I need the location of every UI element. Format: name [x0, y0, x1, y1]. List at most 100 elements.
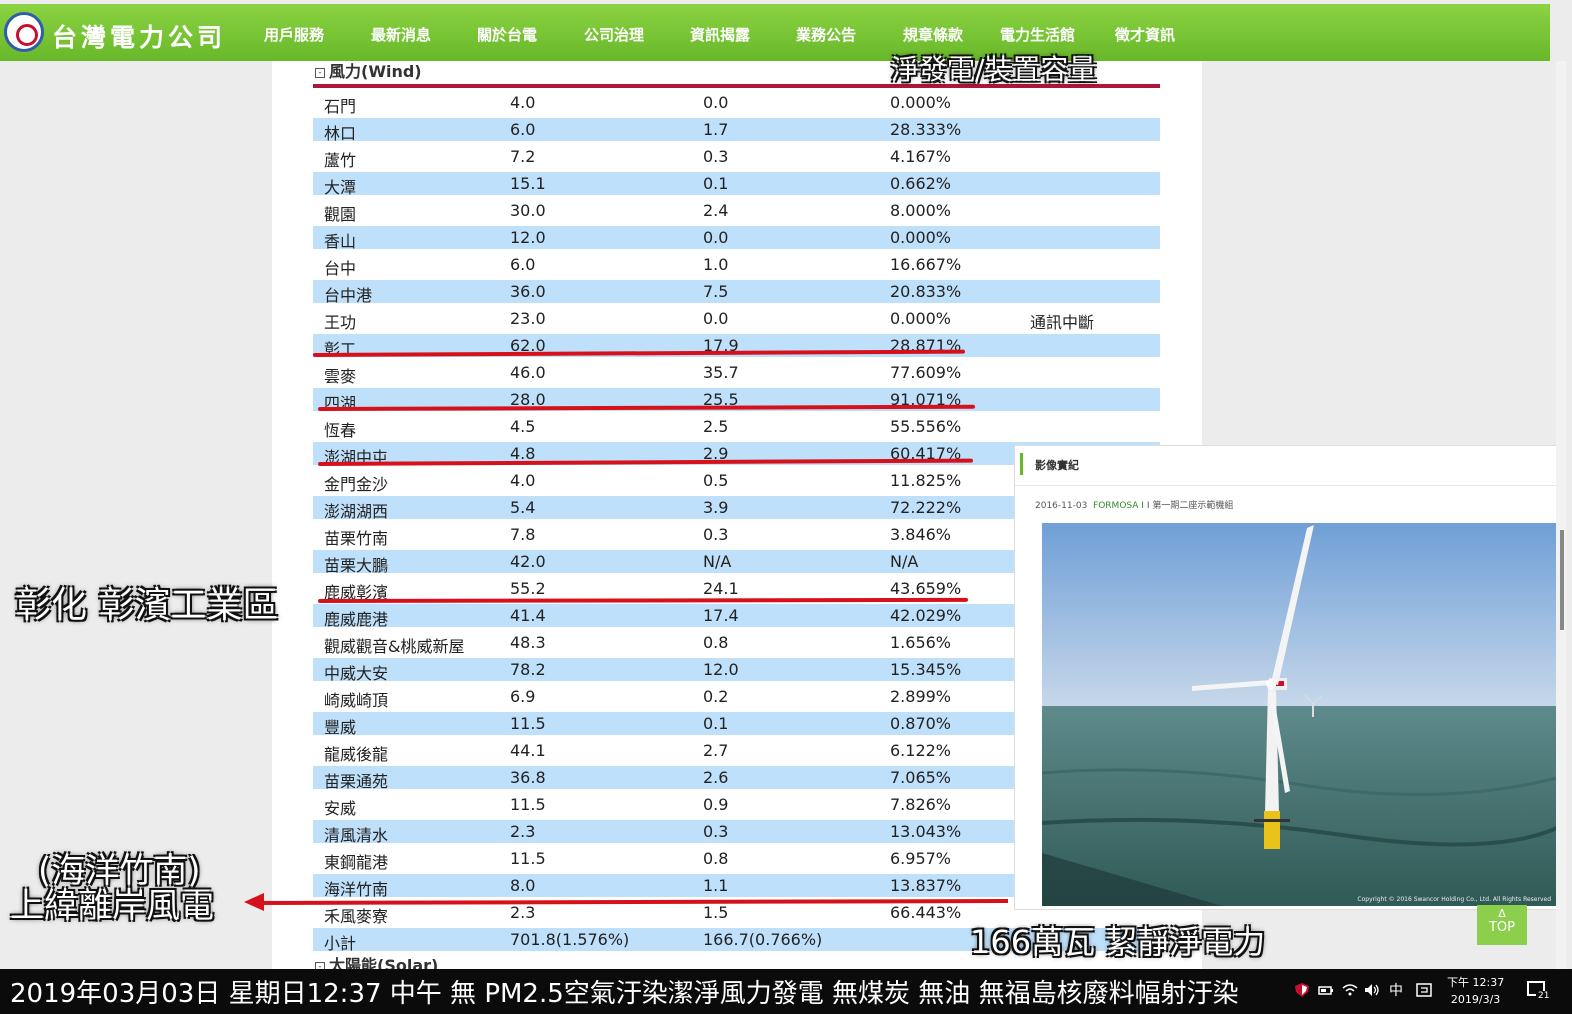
installed-capacity: 2.3 [510, 822, 536, 841]
ime-indicator[interactable]: 中 [1389, 980, 1403, 1000]
wind-turbine-photo[interactable]: Copyright © 2016 Swancor Holding Co., Lt… [1042, 523, 1557, 906]
installed-capacity: 701.8(1.576%) [510, 930, 630, 949]
table-row: 林口 6.0 1.7 28.333% [313, 118, 1160, 143]
net-generation: 0.8 [703, 633, 729, 652]
installed-capacity: 48.3 [510, 633, 546, 652]
nav-disclosure[interactable]: 資訊揭露 [690, 24, 750, 45]
net-generation: 3.9 [703, 498, 729, 517]
net-generation: 7.5 [703, 282, 729, 301]
table-row: 石門 4.0 0.0 0.000% [313, 91, 1160, 116]
capacity-ratio: 7.826% [890, 795, 952, 814]
site-brand[interactable]: 台灣電力公司 [52, 18, 226, 54]
wifi-icon[interactable] [1342, 983, 1358, 997]
installed-capacity: 41.4 [510, 606, 546, 625]
capacity-ratio: 0.000% [890, 228, 952, 247]
installed-capacity: 4.0 [510, 471, 536, 490]
net-generation: 35.7 [703, 363, 739, 382]
taskbar-clock[interactable]: 下午 12:37 2019/3/3 [1447, 974, 1504, 1008]
table-row: 台中港 36.0 7.5 20.833% [313, 280, 1160, 305]
photo-caption[interactable]: 2016-11-03 FORMOSA I I 第一期二座示範機組 [1035, 498, 1233, 511]
up-arrow-icon: Δ [1498, 907, 1506, 920]
station-name: 恆春 [324, 421, 357, 440]
scrollbar-thumb[interactable] [1560, 530, 1564, 630]
installed-capacity: 8.0 [510, 876, 536, 895]
installed-capacity: 44.1 [510, 741, 546, 760]
battery-icon[interactable] [1318, 983, 1334, 997]
nav-regulations[interactable]: 規章條款 [903, 24, 963, 45]
station-name: 鹿威鹿港 [324, 610, 389, 629]
net-generation: 0.0 [703, 228, 729, 247]
station-name: 禾風麥寮 [324, 907, 389, 926]
net-generation: 12.0 [703, 660, 739, 679]
capacity-ratio: 0.662% [890, 174, 952, 193]
capacity-ratio: 66.443% [890, 903, 962, 922]
accent-bar [1020, 453, 1023, 475]
capacity-ratio: 0.000% [890, 93, 952, 112]
installed-capacity: 42.0 [510, 552, 546, 571]
taipower-logo-icon[interactable] [4, 12, 44, 52]
installed-capacity: 36.8 [510, 768, 546, 787]
capacity-ratio: N/A [890, 552, 919, 571]
page-scrollbar[interactable] [1556, 61, 1566, 969]
installed-capacity: 11.5 [510, 849, 546, 868]
capacity-ratio: 11.825% [890, 471, 962, 490]
station-name: 澎湖湖西 [324, 502, 389, 521]
net-generation: 0.3 [703, 525, 729, 544]
nav-about[interactable]: 關於台電 [477, 24, 537, 45]
arrow-left-icon [244, 893, 264, 911]
capacity-ratio: 1.656% [890, 633, 952, 652]
installed-capacity: 7.2 [510, 147, 536, 166]
capacity-ratio: 3.846% [890, 525, 952, 544]
station-name: 香山 [324, 232, 357, 251]
station-name: 苗栗竹南 [324, 529, 389, 548]
installed-capacity: 11.5 [510, 714, 546, 733]
capacity-ratio: 13.043% [890, 822, 962, 841]
station-name: 金門金沙 [324, 475, 389, 494]
table-row: 雲麥 46.0 35.7 77.609% [313, 361, 1160, 386]
nav-power-life[interactable]: 電力生活館 [1000, 24, 1075, 45]
net-generation: 2.5 [703, 417, 729, 436]
volume-icon[interactable] [1364, 983, 1380, 997]
shield-icon[interactable] [1294, 983, 1310, 997]
installed-capacity: 6.9 [510, 687, 536, 706]
station-name: 清風清水 [324, 826, 389, 845]
back-to-top-button[interactable]: Δ TOP [1477, 905, 1527, 945]
net-generation: 1.1 [703, 876, 729, 895]
wind-section-header[interactable]: - 風力(Wind) [315, 58, 422, 82]
photo-caption-text: 第一期二座示範機組 [1152, 501, 1234, 511]
installed-capacity: 6.0 [510, 120, 536, 139]
station-name: 苗栗大鵬 [324, 556, 389, 575]
net-generation: N/A [703, 552, 732, 571]
capacity-ratio: 0.870% [890, 714, 952, 733]
nav-user-services[interactable]: 用戶服務 [264, 24, 324, 45]
installed-capacity: 78.2 [510, 660, 546, 679]
station-name: 中威大安 [324, 664, 389, 683]
capacity-ratio: 2.899% [890, 687, 952, 706]
photo-card: 影像實紀 2016-11-03 FORMOSA I I 第一期二座示範機組 Co… [1014, 445, 1564, 910]
station-name: 苗栗通苑 [324, 772, 389, 791]
nav-careers[interactable]: 徵才資訊 [1115, 24, 1175, 45]
keyboard-icon[interactable] [1416, 983, 1432, 997]
nav-announcements[interactable]: 業務公告 [796, 24, 856, 45]
caption-ticker: 2019年03月03日 星期日12:37 中午 無 PM2.5空氣汙染潔淨風力發… [10, 979, 1239, 1009]
installed-capacity: 12.0 [510, 228, 546, 247]
notification-count: 21 [1536, 991, 1552, 1001]
table-row: 台中 6.0 1.0 16.667% [313, 253, 1160, 278]
table-row: 蘆竹 7.2 0.3 4.167% [313, 145, 1160, 170]
table-row: 香山 12.0 0.0 0.000% [313, 226, 1160, 251]
nav-governance[interactable]: 公司治理 [584, 24, 644, 45]
capacity-ratio: 43.659% [890, 579, 962, 598]
table-row: 王功 23.0 0.0 0.000% 通訊中斷 [313, 307, 1160, 332]
photo-brand: FORMOSA I [1093, 501, 1144, 511]
station-name: 豐威 [324, 718, 357, 737]
caption-changhua: 彰化 彰濱工業區 [15, 585, 279, 626]
capacity-ratio: 77.609% [890, 363, 962, 382]
photo-card-title: 影像實紀 [1035, 459, 1079, 472]
table-row: 觀園 30.0 2.4 8.000% [313, 199, 1160, 224]
photo-copyright: Copyright © 2016 Swancor Holding Co., Lt… [1357, 896, 1551, 903]
collapse-toggle-icon[interactable]: - [315, 68, 325, 78]
capacity-ratio: 55.556% [890, 417, 962, 436]
net-generation: 0.3 [703, 147, 729, 166]
installed-capacity: 7.8 [510, 525, 536, 544]
nav-news[interactable]: 最新消息 [371, 24, 431, 45]
